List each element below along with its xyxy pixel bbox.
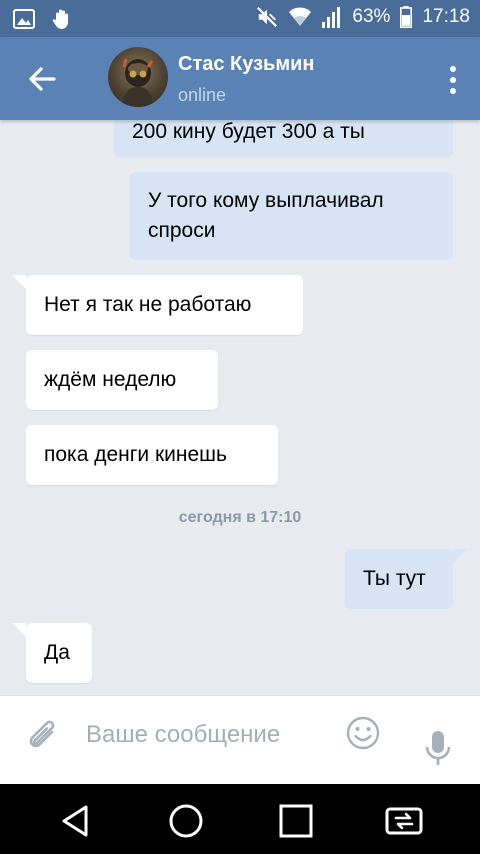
message-text: Нет я так не работаю bbox=[44, 293, 252, 316]
message-text: Ты тут bbox=[363, 567, 426, 590]
wifi-icon bbox=[288, 6, 312, 28]
presence-status: online bbox=[178, 85, 227, 105]
message-text: пока денги кинешь bbox=[44, 443, 227, 466]
home-nav-icon[interactable] bbox=[166, 801, 206, 841]
message-text: 200 кину будет 300 а ты bbox=[132, 120, 365, 143]
bubble-tail bbox=[12, 275, 26, 289]
message-bubble[interactable]: Ты тут bbox=[345, 549, 453, 609]
date-separator: сегодня в 17:10 bbox=[178, 509, 302, 526]
system-nav-bar bbox=[0, 784, 480, 854]
message-bubble[interactable]: У того кому выплачивал спроси bbox=[130, 172, 453, 260]
message-list[interactable]: 200 кину будет 300 а ты У того кому выпл… bbox=[0, 120, 480, 695]
bubble-tail bbox=[12, 623, 26, 637]
clock: 17:18 bbox=[422, 6, 470, 27]
avatar[interactable] bbox=[108, 47, 168, 107]
message-bubble[interactable]: Нет я так не работаю bbox=[26, 275, 303, 335]
bubble-tail bbox=[453, 549, 467, 563]
composer bbox=[0, 695, 480, 785]
message-bubble[interactable]: пока денги кинешь bbox=[26, 425, 278, 485]
message-bubble[interactable]: 200 кину будет 300 а ты bbox=[114, 120, 453, 158]
message-bubble[interactable]: Да bbox=[26, 623, 92, 683]
message-text: Да bbox=[44, 641, 70, 664]
battery-text: 63% bbox=[352, 6, 391, 27]
mute-icon bbox=[256, 6, 278, 28]
message-bubble[interactable]: ждём неделю bbox=[26, 350, 218, 410]
chat-header: Стас Кузьмин online bbox=[0, 37, 480, 120]
message-text-line: У того кому выплачивал bbox=[148, 189, 384, 212]
message-text-line: спроси bbox=[148, 219, 216, 242]
hand-icon bbox=[50, 7, 74, 31]
switch-nav-icon[interactable] bbox=[384, 801, 424, 841]
signal-icon bbox=[322, 6, 342, 28]
message-input[interactable] bbox=[86, 718, 326, 752]
recents-nav-icon[interactable] bbox=[276, 801, 316, 841]
status-bar: 63% 17:18 bbox=[0, 0, 480, 37]
message-text: ждём неделю bbox=[44, 368, 177, 391]
back-nav-icon[interactable] bbox=[56, 801, 96, 841]
attach-icon[interactable] bbox=[26, 716, 60, 756]
contact-name[interactable]: Стас Кузьмин bbox=[178, 53, 315, 76]
more-vert-icon[interactable] bbox=[448, 65, 458, 95]
mic-icon[interactable] bbox=[424, 730, 452, 770]
battery-icon bbox=[400, 6, 413, 28]
gallery-icon bbox=[12, 7, 36, 31]
emoji-icon[interactable] bbox=[345, 715, 381, 751]
back-arrow-icon[interactable] bbox=[24, 61, 60, 97]
